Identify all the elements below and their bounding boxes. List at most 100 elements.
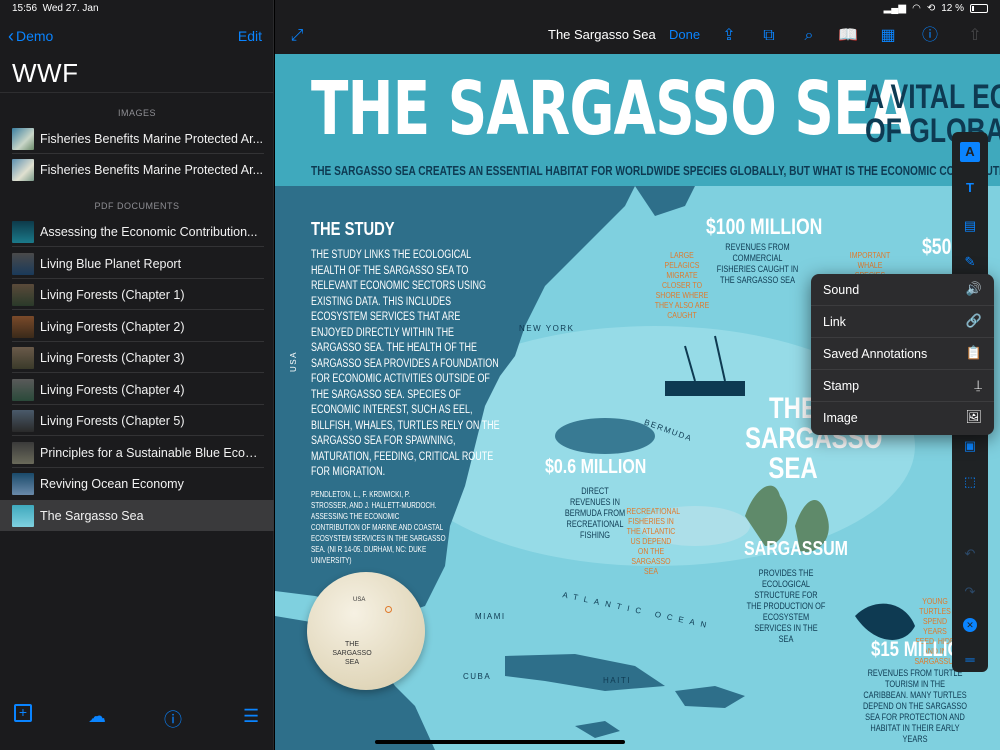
thumbnail xyxy=(12,378,34,401)
chevron-left-icon: ‹ xyxy=(8,26,14,46)
lock-rotation-icon: ⟲ xyxy=(926,3,936,14)
divider xyxy=(12,309,264,310)
menu-item-image[interactable]: Image 🖼 xyxy=(811,402,994,434)
info-icon[interactable]: ⓘ xyxy=(164,706,182,732)
undo-icon[interactable]: ↶ xyxy=(960,544,980,564)
callout-06-caption: DIRECT REVENUES IN BERMUDA FROM RECREATI… xyxy=(564,486,626,540)
pen-icon[interactable]: ✎ xyxy=(960,252,980,272)
globe-inset: USA THE SARGASSO SEA xyxy=(307,572,425,690)
list-item-label: Assessing the Economic Contribution... xyxy=(40,224,258,239)
list-item-document[interactable]: Living Forests (Chapter 1) xyxy=(0,279,274,310)
battery-icon xyxy=(970,4,988,13)
sidebar-title: WWF xyxy=(12,58,79,88)
thumbnail xyxy=(12,346,34,369)
search-icon[interactable]: ⌕ xyxy=(799,26,819,46)
menu-item-label: Sound xyxy=(823,283,860,297)
thumbnail xyxy=(12,158,34,181)
sea-label-line-3: SEA xyxy=(768,452,818,485)
menu-item-sound[interactable]: Sound 🔊 xyxy=(811,274,994,306)
battery-percent: 12 % xyxy=(941,3,964,14)
place-haiti: HAITI xyxy=(603,676,631,685)
image-tool-icon[interactable]: ▣ xyxy=(960,436,980,456)
infographic-header: THE SARGASSO SEA A VITAL ECOS OF GLOBAL … xyxy=(275,54,1000,186)
redo-icon[interactable]: ↷ xyxy=(960,582,980,602)
place-usa: USA xyxy=(289,351,298,372)
study-heading: THE STUDY xyxy=(311,219,395,239)
info-icon[interactable]: ⓘ xyxy=(920,26,940,46)
callout-06-million: $0.6 MILLION xyxy=(545,456,647,478)
list-item-label: Living Forests (Chapter 1) xyxy=(40,287,185,302)
list-item-label: Principles for a Sustainable Blue Econo.… xyxy=(40,445,264,460)
expand-icon[interactable]: ⤢ xyxy=(287,26,307,46)
status-bar: 15:56 Wed 27. Jan ▂▄▆ ◠ ⟲ 12 % xyxy=(0,0,1000,18)
list-icon[interactable]: ☰ xyxy=(243,706,259,727)
list-item-document[interactable]: Assessing the Economic Contribution... xyxy=(0,216,274,247)
menu-item-stamp[interactable]: Stamp ⍊ xyxy=(811,370,994,402)
globe-marker xyxy=(385,606,392,613)
list-item-label: Living Forests (Chapter 3) xyxy=(40,350,185,365)
callout-100-million: $100 MILLION xyxy=(706,214,823,239)
signal-icon: ▂▄▆ xyxy=(883,3,907,14)
status-time: 15:56 Wed 27. Jan xyxy=(12,3,99,14)
section-header-images: IMAGES xyxy=(117,108,156,118)
list-item-label: Fisheries Benefits Marine Protected Ar..… xyxy=(40,131,264,146)
close-icon[interactable]: ✕ xyxy=(963,618,977,632)
edit-button[interactable]: Edit xyxy=(238,28,262,44)
globe-usa-label: USA xyxy=(353,597,366,603)
list-item-document[interactable]: Living Forests (Chapter 4) xyxy=(0,374,274,405)
thumbnail xyxy=(12,283,34,306)
place-new-york: NEW YORK xyxy=(519,324,575,333)
list-item-document[interactable]: Reviving Ocean Economy xyxy=(0,468,274,499)
back-button[interactable]: ‹ Demo xyxy=(8,26,53,46)
cloud-icon[interactable]: ☁ xyxy=(88,706,106,727)
menu-item-label: Saved Annotations xyxy=(823,347,928,361)
note-icon[interactable]: ▤ xyxy=(960,216,980,236)
thumbnail xyxy=(12,504,34,527)
infographic-title: THE SARGASSO SEA xyxy=(311,66,912,152)
stamp-icon: ⍊ xyxy=(974,377,982,392)
divider xyxy=(12,435,264,436)
study-text: THE STUDY LINKS THE ECOLOGICAL HEALTH OF… xyxy=(311,249,500,478)
insert-menu: Sound 🔊 Link 🔗 Saved Annotations 📋 Stamp… xyxy=(811,274,994,435)
highlight-text-icon[interactable]: A xyxy=(960,142,980,162)
clipboard-icon: 📋 xyxy=(965,345,982,360)
sargassum-heading: SARGASSUM xyxy=(744,538,849,560)
text-icon[interactable]: T xyxy=(960,178,980,198)
thumbnail xyxy=(12,315,34,338)
grid-icon[interactable]: ▦ xyxy=(878,26,898,46)
share-export-icon[interactable]: ⇪ xyxy=(719,26,739,46)
sidebar: ‹ Demo Edit WWF IMAGES Fisheries Benefit… xyxy=(0,0,274,750)
place-miami: MIAMI xyxy=(475,612,506,621)
home-indicator[interactable] xyxy=(375,740,625,744)
book-icon[interactable]: 📖 xyxy=(838,26,858,46)
list-item-document[interactable]: Principles for a Sustainable Blue Econo.… xyxy=(0,437,274,468)
wifi-icon: ◠ xyxy=(912,3,921,14)
tagline-line-1: A VITAL ECOS xyxy=(865,78,1000,116)
place-cuba: CUBA xyxy=(463,672,492,681)
pelagics-note: LARGE PELAGICS MIGRATE CLOSER TO SHORE W… xyxy=(654,250,710,320)
list-item-label: Living Forests (Chapter 5) xyxy=(40,413,185,428)
add-file-icon[interactable]: + xyxy=(14,704,32,722)
speaker-icon: 🔊 xyxy=(965,281,982,296)
sidebar-nav-bar: ‹ Demo Edit xyxy=(0,26,274,48)
done-button[interactable]: Done xyxy=(669,27,700,42)
status-indicators: ▂▄▆ ◠ ⟲ 12 % xyxy=(884,3,988,14)
list-item-image[interactable]: Fisheries Benefits Marine Protected Ar..… xyxy=(0,123,274,154)
selection-icon[interactable]: ⬚ xyxy=(960,472,980,492)
list-item-document[interactable]: Living Forests (Chapter 2) xyxy=(0,311,274,342)
list-item-document[interactable]: Living Forests (Chapter 5) xyxy=(0,405,274,436)
menu-item-link[interactable]: Link 🔗 xyxy=(811,306,994,338)
copy-icon[interactable]: ⧉ xyxy=(759,26,779,46)
list-item-document[interactable]: Living Blue Planet Report xyxy=(0,248,274,279)
callout-15-million: $15 MILLIO xyxy=(871,638,961,661)
menu-item-saved-annotations[interactable]: Saved Annotations 📋 xyxy=(811,338,994,370)
share-icon[interactable]: ⇧ xyxy=(965,26,985,46)
list-item-document[interactable]: Living Forests (Chapter 3) xyxy=(0,342,274,373)
drag-handle-icon[interactable]: ═ xyxy=(960,650,980,670)
list-item-image[interactable]: Fisheries Benefits Marine Protected Ar..… xyxy=(0,154,274,185)
list-item-document-selected[interactable]: The Sargasso Sea xyxy=(0,500,274,531)
document-title: The Sargasso Sea xyxy=(548,27,656,42)
list-item-label: Living Forests (Chapter 4) xyxy=(40,382,185,397)
viewer-toolbar: ⤢ The Sargasso Sea Done ⇪ ⧉ ⌕ 📖 ▦ ⓘ ⇧ xyxy=(275,18,1000,54)
thumbnail xyxy=(12,441,34,464)
